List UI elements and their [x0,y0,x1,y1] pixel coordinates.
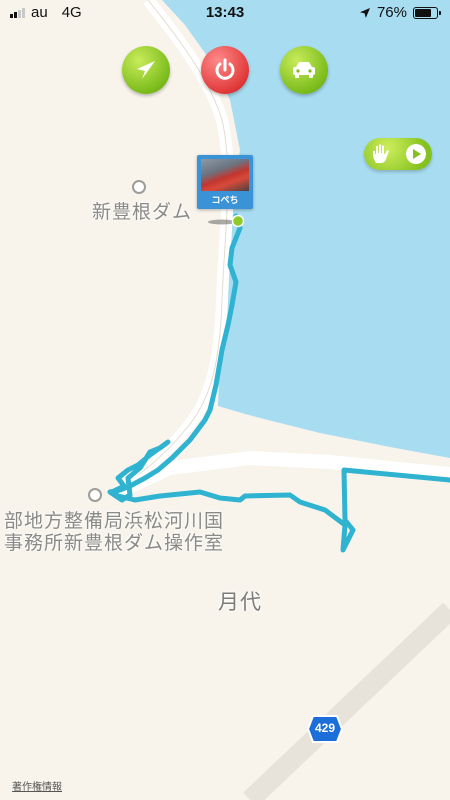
legal-link[interactable]: 著作権情報 [12,778,62,793]
navigate-button[interactable] [122,46,170,94]
navigation-arrow-icon [137,61,155,79]
office-label-line2[interactable]: 事務所新豊根ダム操作室 [4,528,224,555]
location-services-icon [359,7,370,18]
power-icon [215,58,235,80]
area-label: 月代 [218,591,262,614]
vehicle-marker[interactable]: コペち [197,155,253,209]
car-icon [293,62,315,78]
map-canvas[interactable] [0,0,450,800]
status-right: 76% [359,4,441,21]
hand-play-button[interactable] [364,138,432,170]
battery-percent: 76% [376,4,407,21]
current-location-dot [231,214,245,228]
dam-poi-icon[interactable] [132,180,146,194]
route-shield: 429 [307,715,343,743]
status-bar: au 4G 13:43 76% [0,0,450,26]
power-button[interactable] [201,46,249,94]
battery-icon [413,6,441,19]
office-poi-icon[interactable] [88,488,102,502]
vehicle-photo [201,159,249,191]
dam-label[interactable]: 新豊根ダム [92,197,192,224]
route-number: 429 [314,721,336,735]
hand-icon [372,144,389,163]
play-icon [405,144,426,164]
vehicle-name: コペち [211,195,239,205]
car-button[interactable] [280,46,328,94]
